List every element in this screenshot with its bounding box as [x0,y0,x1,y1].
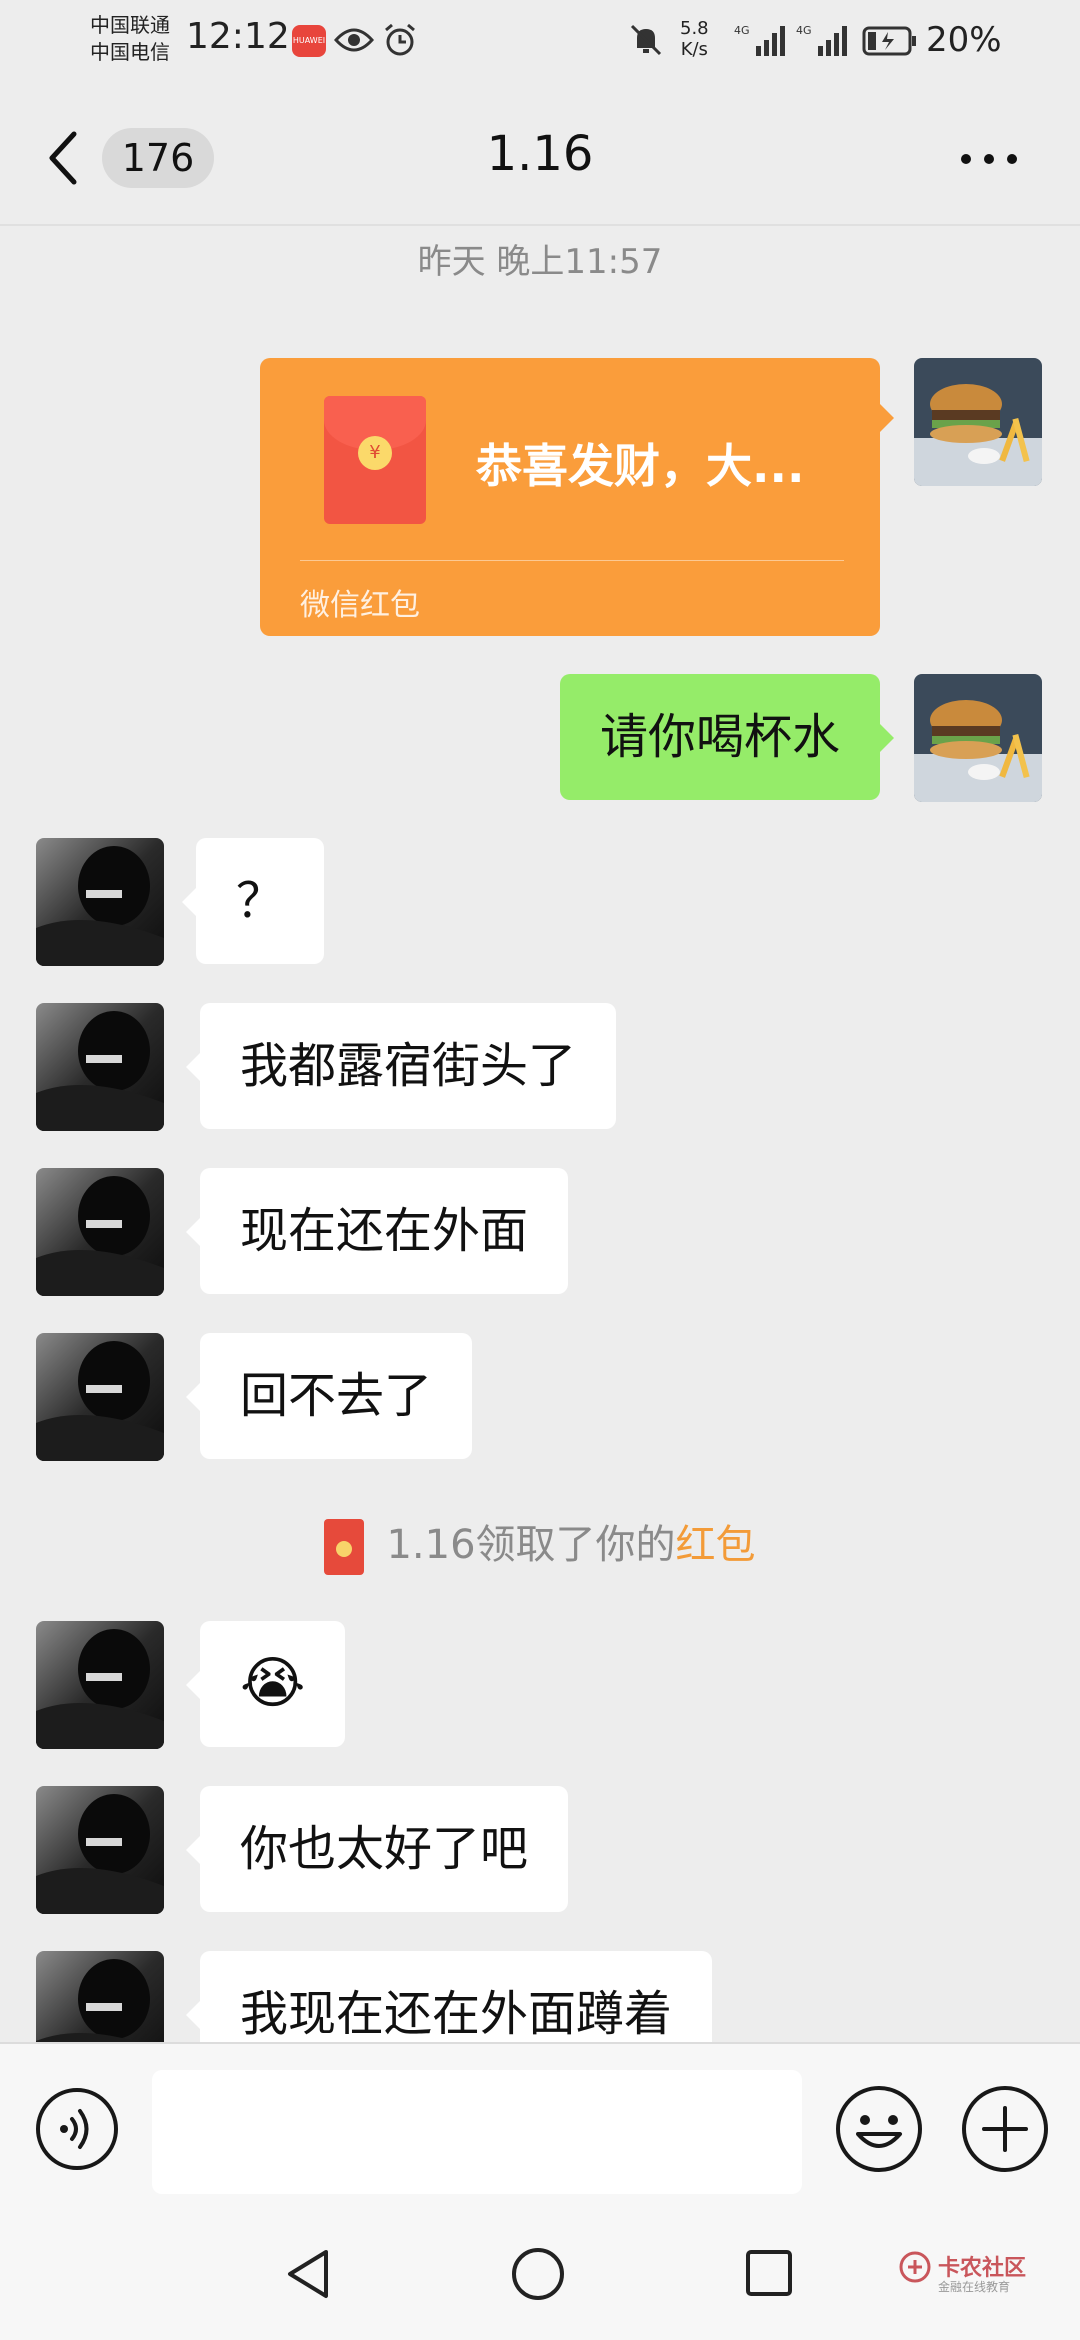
mute-icon [630,24,662,56]
my-avatar[interactable] [914,674,1042,802]
contact-avatar[interactable] [36,1333,164,1461]
voice-icon[interactable] [34,2086,120,2172]
status-time: 12:12 [186,16,290,57]
signal-2-label: 4G [796,24,812,37]
signal-icon: 4G [796,24,847,56]
watermark-logo-icon [899,2251,931,2283]
signal-icon: 4G [734,24,785,56]
message-bubble-theirs[interactable]: 回不去了 [185,1333,473,1459]
red-packet-label: 微信红包 [300,588,420,623]
red-packet-message[interactable]: ¥ 恭喜发财，大... 微信红包 [260,358,894,636]
person-photo-icon [36,838,164,966]
message-bubble-theirs[interactable]: 我都露宿街头了 [185,1003,617,1129]
red-packet-link[interactable]: 红包 [676,1522,756,1568]
contact-avatar[interactable] [36,1003,164,1131]
message-bubble-theirs[interactable]: 😭 [185,1621,346,1747]
nav-home-icon[interactable] [510,2246,566,2302]
plus-icon[interactable] [960,2084,1050,2174]
chat-header: 176 1.16 [0,84,1080,226]
nav-back-icon[interactable] [282,2246,334,2302]
message-bubble-theirs[interactable]: 你也太好了吧 [185,1786,569,1912]
red-packet-text: 恭喜发财，大... [476,439,805,493]
yuan-coin-icon: ¥ [358,436,392,470]
carrier-labels: 中国联通 中国电信 [90,12,170,66]
contact-avatar[interactable] [36,1621,164,1749]
app-badge-icon: HUAWEI [292,25,326,57]
red-packet-divider [300,560,844,561]
message-input[interactable] [152,2070,802,2194]
message-bubble-mine[interactable]: 请你喝杯水 [559,674,895,800]
system-message-text: 1.16领取了你的 [386,1522,676,1568]
more-icon[interactable] [958,144,1020,174]
person-photo-icon [36,1786,164,1914]
battery-charging-icon [862,26,916,56]
person-photo-icon [36,1621,164,1749]
person-photo-icon [36,1168,164,1296]
contact-avatar[interactable] [36,1786,164,1914]
contact-avatar[interactable] [36,838,164,966]
watermark-subtitle: 金融在线教育 [938,2280,1011,2294]
message-bubble-theirs[interactable]: 现在还在外面 [185,1168,569,1294]
status-bar: 中国联通 中国电信 12:12 HUAWEI 5.8 K/s 4G 4G 20% [0,0,1080,84]
eye-icon [334,28,374,52]
my-avatar[interactable] [914,358,1042,486]
nav-recent-icon[interactable] [744,2248,794,2298]
burger-photo-icon [914,674,1042,802]
person-photo-icon [36,1003,164,1131]
system-nav-bar: 卡农社区 金融在线教育 [0,2204,1080,2340]
net-speed-unit: K/s [680,39,708,60]
emoji-icon[interactable] [834,2084,924,2174]
net-speed-value: 5.8 [680,18,709,39]
input-bar [0,2042,1080,2206]
watermark: 卡农社区 金融在线教育 [898,2250,1026,2294]
net-speed: 5.8 K/s [680,18,709,60]
carrier-1: 中国联通 [90,13,170,37]
red-envelope-icon: ¥ [324,396,426,524]
battery-percent: 20% [926,20,1002,60]
message-timestamp: 昨天 晚上11:57 [417,242,663,282]
person-photo-icon [36,1333,164,1461]
carrier-2: 中国电信 [90,40,170,64]
burger-photo-icon [914,358,1042,486]
red-packet-icon [324,1519,365,1575]
signal-1-label: 4G [734,24,750,37]
message-bubble-theirs[interactable]: ？ [181,838,325,964]
chat-title: 1.16 [486,126,594,182]
contact-avatar[interactable] [36,1168,164,1296]
alarm-icon [385,23,415,56]
red-packet-claimed-notice: 1.16领取了你的红包 [0,1512,1080,1575]
